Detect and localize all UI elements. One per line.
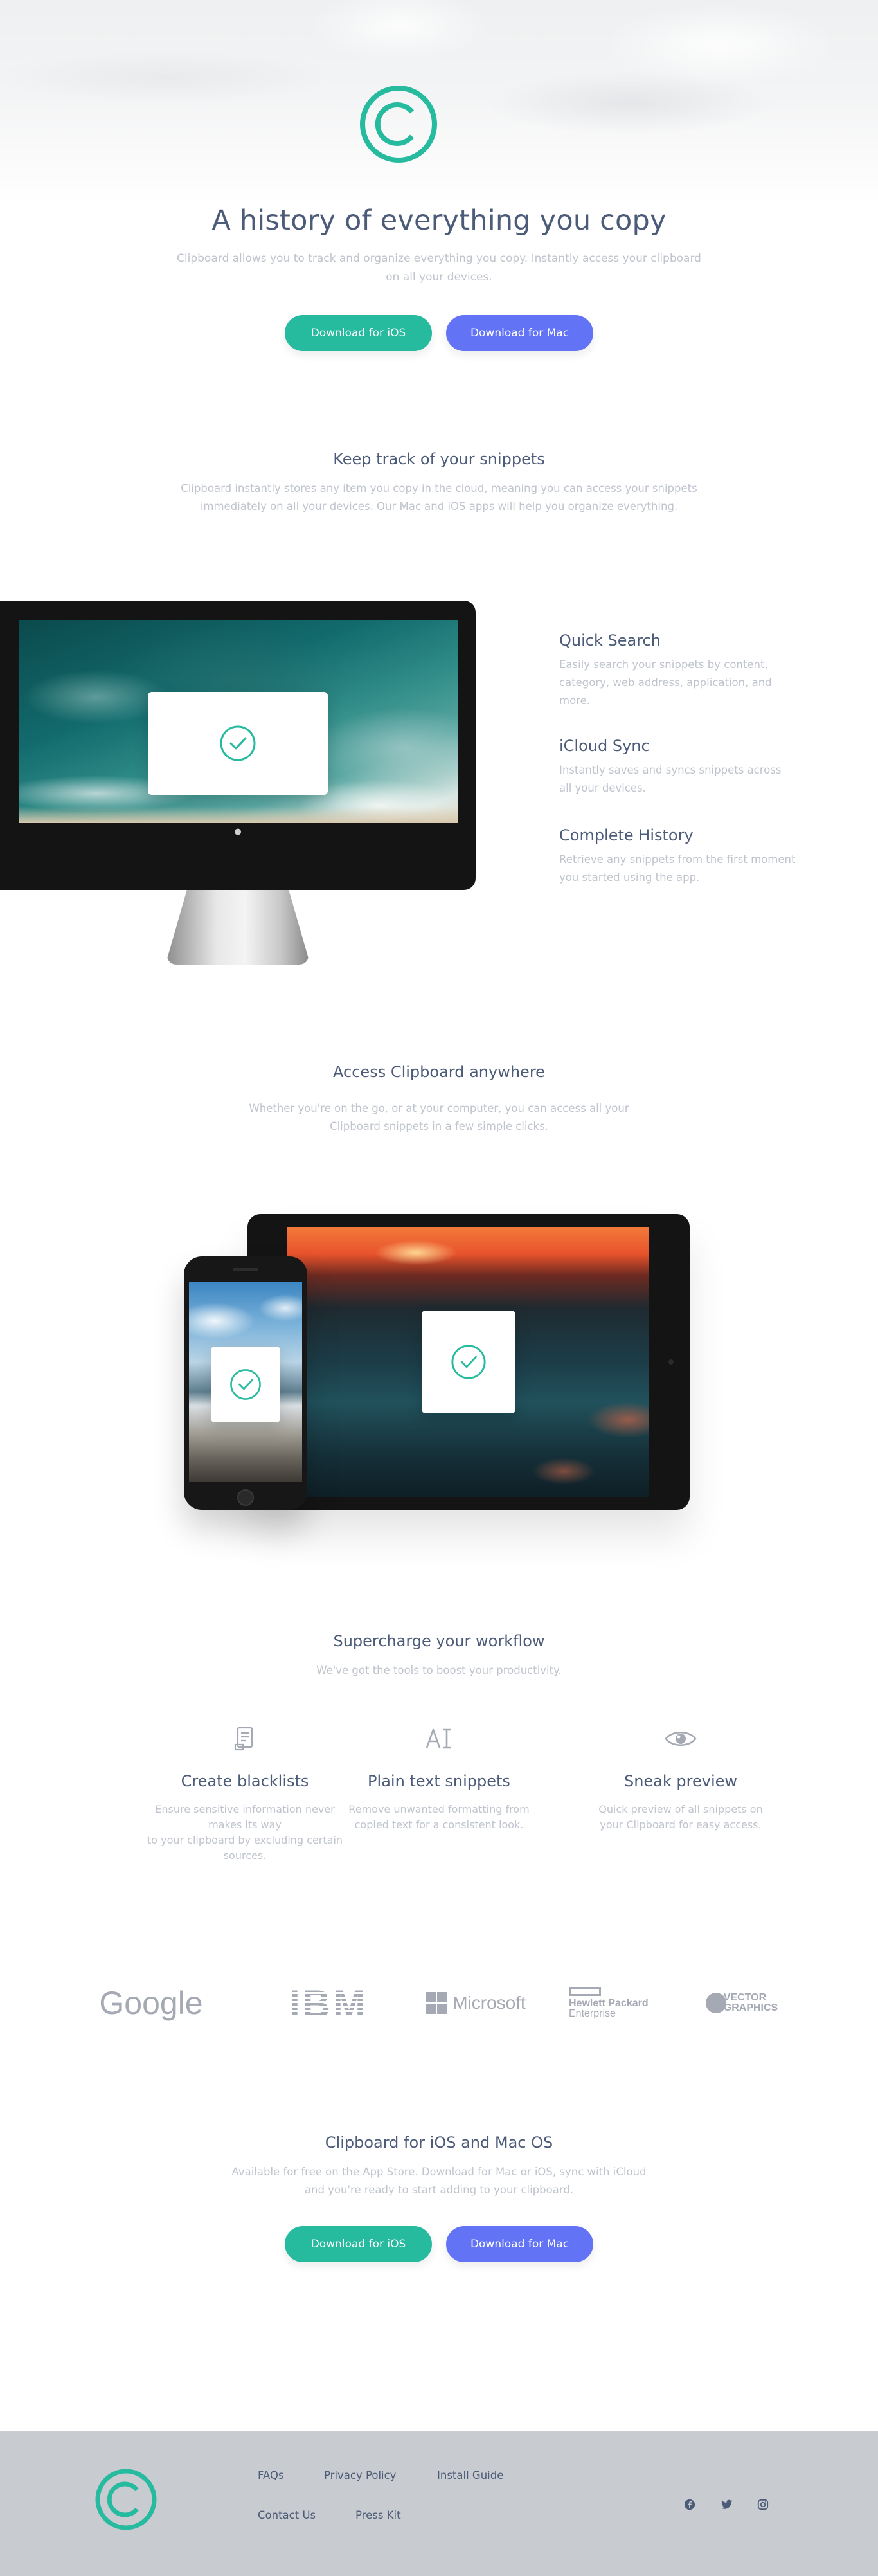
eye-icon (665, 1731, 697, 1746)
download-mac-button[interactable]: Download for Mac (446, 2226, 593, 2262)
tablet-image (247, 1214, 690, 1510)
vector-logo-line: GRAPHICS (723, 2002, 778, 2013)
instagram-icon[interactable] (757, 2498, 769, 2511)
feature-description-line: your Clipboard for easy access. (600, 1819, 762, 1831)
hp-logo-line: Hewlett Packard (569, 1998, 649, 2009)
vector-graphics-logo: VECTOR GRAPHICS (699, 1981, 784, 2026)
check-circle-icon (230, 1369, 261, 1400)
facebook-icon[interactable] (683, 2498, 696, 2511)
feature-desc-line: Retrieve any snippets from the first mom… (559, 853, 796, 866)
feature-desc-quick-search: Easily search your snippets by content, … (559, 656, 816, 710)
access-description: Whether you're on the go, or at your com… (0, 1100, 878, 1136)
feature-description-line: Ensure sensitive information never makes… (155, 1803, 335, 1831)
snippets-description-line: Clipboard instantly stores any item you … (181, 482, 697, 494)
text-icon (426, 1728, 451, 1749)
download-ios-button[interactable]: Download for iOS (285, 315, 432, 351)
microsoft-logo: Microsoft (423, 1981, 528, 2026)
access-description-line: Clipboard snippets in a few simple click… (330, 1120, 548, 1132)
tablet-camera (668, 1359, 674, 1365)
feature-sneak-preview: Sneak preview Quick preview of all snipp… (578, 1723, 784, 1833)
clipboard-card (211, 1347, 280, 1422)
hero-title: A history of everything you copy (211, 204, 667, 237)
vector-logo-line: VECTOR (723, 1992, 767, 2003)
feature-plain-text-snippets: Plain text snippets Remove unwanted form… (336, 1723, 542, 1833)
clipboard-logo-icon[interactable] (94, 2467, 158, 2532)
access-title: Access Clipboard anywhere (333, 1063, 545, 1081)
phone-speaker (233, 1268, 258, 1271)
cta-title: Clipboard for iOS and Mac OS (325, 2134, 553, 2152)
feature-title: Create blacklists (181, 1772, 309, 1790)
footer-link-contact-us[interactable]: Contact Us (258, 2509, 316, 2521)
cta-description-line: Available for free on the App Store. Dow… (231, 2166, 647, 2178)
desktop-monitor-image: ● (0, 601, 476, 965)
footer-link-faqs[interactable]: FAQs (258, 2469, 284, 2481)
workflow-subtitle: We've got the tools to boost your produc… (316, 1664, 562, 1676)
landing-page: A history of everything you copy Clipboa… (0, 0, 878, 2576)
clipboard-card (148, 692, 328, 795)
phone-image (184, 1256, 307, 1510)
hewlett-packard-logo: Hewlett Packard Enterprise (569, 1981, 659, 2026)
clipboard-card (422, 1311, 515, 1413)
cta-description-line: and you're ready to start adding to your… (304, 2184, 574, 2196)
footer-link-press-kit[interactable]: Press Kit (355, 2509, 401, 2521)
monitor-stand (167, 890, 309, 965)
hero-description: Clipboard allows you to track and organi… (0, 249, 878, 287)
access-description-line: Whether you're on the go, or at your com… (249, 1102, 629, 1114)
feature-description-line: copied text for a consistent look. (354, 1819, 524, 1831)
hero-description-line: on all your devices. (386, 271, 492, 284)
feature-title: Sneak preview (623, 1772, 738, 1790)
ibm-logo-mark: IBM (289, 1985, 368, 2021)
feature-title-complete-history: Complete History (559, 826, 694, 844)
feature-desc-line: category, web address, application, and (559, 676, 772, 689)
feature-desc-line: all your devices. (559, 782, 646, 794)
feature-title: Plain text snippets (368, 1772, 510, 1790)
feature-desc-line: more. (559, 694, 590, 707)
feature-desc-line: Instantly saves and syncs snippets acros… (559, 764, 782, 776)
feature-title-icloud-sync: iCloud Sync (559, 737, 650, 755)
google-logo: Google (99, 1985, 203, 2021)
check-circle-icon (220, 725, 256, 761)
feature-desc-icloud-sync: Instantly saves and syncs snippets acros… (559, 761, 816, 797)
feature-description-line: to your clipboard by excluding certain s… (147, 1834, 343, 1862)
feature-description-line: Quick preview of all snippets on (598, 1803, 763, 1815)
ibm-logo: IBM (289, 1981, 378, 2026)
feature-description: Remove unwanted formatting from copied t… (336, 1802, 542, 1833)
feature-desc-complete-history: Retrieve any snippets from the first mom… (559, 851, 816, 887)
feature-desc-line: you started using the app. (559, 871, 700, 884)
microsoft-logo-text: Microsoft (452, 1993, 526, 2013)
feature-desc-line: Easily search your snippets by content, (559, 658, 768, 671)
partner-logos: Google IBM Microsoft Hewlett Packard Ent… (0, 1981, 878, 2026)
cta-description: Available for free on the App Store. Dow… (0, 2163, 878, 2199)
snippets-description: Clipboard instantly stores any item you … (0, 480, 878, 516)
feature-description-line: Remove unwanted formatting from (348, 1803, 530, 1815)
footer: FAQs Privacy Policy Install Guide Contac… (0, 2431, 878, 2576)
footer-link-install-guide[interactable]: Install Guide (437, 2469, 503, 2481)
feature-description: Quick preview of all snippets on your Cl… (578, 1802, 784, 1833)
twitter-icon[interactable] (721, 2498, 733, 2511)
microsoft-grid-icon (426, 1992, 448, 2014)
download-mac-button[interactable]: Download for Mac (446, 315, 593, 351)
feature-create-blacklists: Create blacklists Ensure sensitive infor… (142, 1723, 348, 1864)
phone-home-button (237, 1489, 254, 1506)
blacklist-icon (234, 1727, 253, 1751)
clipboard-logo-icon (360, 86, 437, 163)
hero-background (0, 0, 878, 206)
ibm-logo-text: IBM (289, 1985, 368, 2021)
snippets-description-line: immediately on all your devices. Our Mac… (200, 500, 678, 512)
hp-rectangle-icon (569, 1987, 601, 1996)
footer-link-privacy-policy[interactable]: Privacy Policy (324, 2469, 396, 2481)
feature-description: Ensure sensitive information never makes… (142, 1802, 348, 1864)
feature-title-quick-search: Quick Search (559, 631, 661, 649)
hp-logo-line: Enterprise (569, 2008, 616, 2019)
snippets-title: Keep track of your snippets (333, 450, 545, 468)
check-circle-icon (451, 1345, 486, 1379)
hero-description-line: Clipboard allows you to track and organi… (177, 252, 701, 265)
download-ios-button[interactable]: Download for iOS (285, 2226, 432, 2262)
workflow-title: Supercharge your workflow (333, 1632, 545, 1650)
apple-logo-icon: ● (234, 827, 242, 837)
